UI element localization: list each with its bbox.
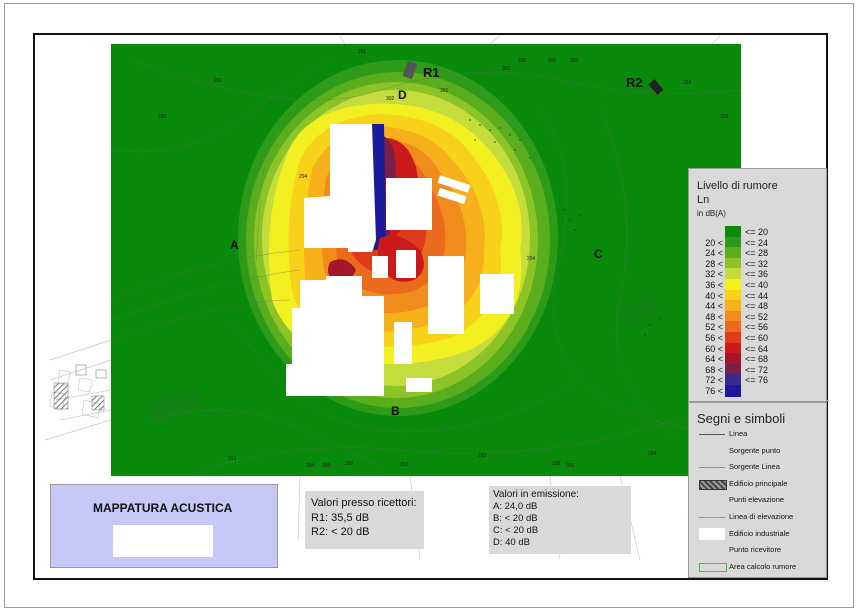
symbol-mark	[699, 527, 725, 540]
legend-unit: in dB(A)	[697, 209, 726, 218]
emission-value-c: C: < 20 dB	[493, 525, 539, 536]
elevation-label-14: 292	[400, 462, 409, 468]
symbol-mark	[699, 496, 725, 504]
symbol-row: Sorgente Linea	[689, 460, 828, 474]
elevation-label-11: 294	[306, 463, 315, 469]
symbol-mark	[699, 430, 725, 435]
symbol-row: Edificio principale	[689, 477, 828, 491]
point-label-b: B	[391, 404, 400, 418]
receptor-values-heading: Valori presso ricettori:	[311, 497, 417, 509]
symbols-title: Segni e simboli	[697, 411, 786, 426]
symbol-mark	[699, 513, 725, 518]
symbol-mark	[699, 463, 725, 469]
receptor-values-box: Valori presso ricettori: R1: 35,5 dB R2:…	[305, 491, 424, 549]
legend-subtitle: Ln	[697, 194, 710, 206]
elevation-label-9: 294	[527, 256, 536, 262]
symbol-mark	[699, 546, 725, 554]
elevation-label-10: 293	[228, 456, 237, 462]
symbol-label: Linea di elevazione	[729, 512, 794, 521]
point-label-c: C	[594, 247, 603, 261]
elevation-label-2: 291	[548, 58, 557, 64]
elevation-label-21: 307	[502, 66, 511, 72]
legend-class-lower: 76 <	[705, 386, 723, 396]
symbol-label: Edificio industriale	[729, 528, 790, 538]
emission-value-b: B: < 20 dB	[493, 513, 538, 524]
symbol-label: Punti elevazione	[729, 495, 785, 505]
symbol-mark	[699, 479, 727, 490]
symbols-legend: Segni e simboli Linea Sorgente punto Sorge…	[688, 402, 827, 578]
symbol-label: Linea	[729, 429, 748, 438]
receptor-value-r1: R1: 35,5 dB	[311, 512, 370, 524]
symbol-label: Sorgente punto	[729, 445, 781, 455]
symbol-row: Punto ricevitore	[689, 543, 828, 557]
elevation-label-20: 301	[440, 88, 449, 94]
legend-class-row: 76 <	[689, 385, 828, 397]
emission-value-a: A: 24,0 dB	[493, 501, 538, 512]
elevation-label-18: 284	[648, 451, 657, 457]
point-label-a: A	[230, 238, 239, 252]
elevation-label-6: 289	[720, 114, 729, 120]
symbol-row: Punti elevazione	[689, 493, 828, 507]
elevation-label-16: 300	[552, 461, 561, 467]
emission-values-box: Valori in emissione: A: 24,0 dB B: < 20 …	[489, 486, 631, 554]
legend-title: Livello di rumore	[697, 180, 778, 192]
symbol-mark	[699, 562, 727, 572]
noise-legend: Livello di rumore Ln in dB(A) <= 20 20 < <…	[688, 168, 827, 402]
symbol-label: Sorgente Linea	[729, 462, 780, 472]
elevation-label-0: 291	[358, 49, 367, 55]
receptor-label-r1: R1	[423, 65, 440, 80]
elevation-label-19: 302	[386, 96, 395, 102]
symbol-label: Edificio principale	[729, 478, 788, 488]
elevation-label-8: 294	[299, 174, 308, 180]
legend-color-swatch	[725, 385, 741, 397]
elevation-label-1: 290	[518, 58, 527, 64]
map-title: MAPPATURA ACUSTICA	[93, 501, 233, 515]
point-label-d: D	[398, 88, 407, 102]
elevation-label-3: 293	[570, 58, 579, 64]
title-blank-field	[113, 525, 213, 557]
elevation-label-4: 291	[214, 78, 223, 84]
elevation-label-5: 292	[158, 114, 167, 120]
symbol-row: Edificio industriale	[689, 527, 828, 541]
symbol-row: Linea	[689, 427, 828, 441]
symbol-label: Area calcolo rumore	[729, 561, 797, 571]
emission-value-d: D: 40 dB	[493, 537, 530, 548]
symbol-label: Punto ricevitore	[729, 545, 782, 555]
symbol-row: Sorgente punto	[689, 444, 828, 458]
symbol-row: Linea di elevazione	[689, 510, 828, 524]
receptor-value-r2: R2: < 20 dB	[311, 526, 370, 538]
receptor-label-r2: R2	[626, 75, 643, 90]
emission-values-heading: Valori in emissione:	[493, 489, 579, 500]
symbol-row: Area calcolo rumore	[689, 560, 828, 574]
title-block: MAPPATURA ACUSTICA	[50, 484, 278, 568]
elevation-label-12: 289	[322, 463, 331, 469]
elevation-label-13: 290	[345, 461, 354, 467]
symbol-mark	[699, 447, 725, 455]
elevation-label-15: 293	[478, 453, 487, 459]
elevation-label-17: 306	[566, 463, 575, 469]
elevation-label-7: 298	[683, 80, 692, 86]
outside-buildings	[53, 364, 107, 411]
